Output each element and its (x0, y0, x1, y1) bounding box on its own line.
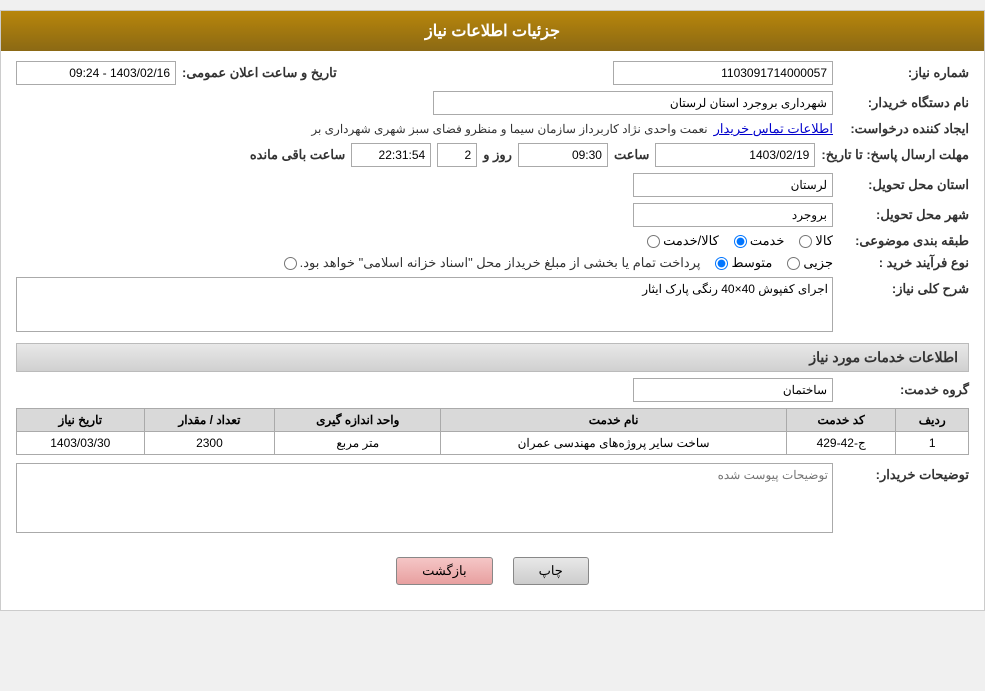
sharh-textarea[interactable]: اجرای کفپوش 40×40 رنگی پارک ایثار (16, 277, 833, 332)
col-kod: کد خدمت (786, 409, 895, 432)
col-tedad: تعداد / مقدار (144, 409, 275, 432)
buttons-row: چاپ بازگشت (16, 542, 969, 600)
ejadKonande-label: ایجاد کننده درخواست: (839, 121, 969, 137)
tozihat-label: توضیحات خریدار: (839, 463, 969, 483)
tabaqebandi-khedmat-label: خدمت (750, 233, 785, 249)
tabaqebandi-row: طبقه بندی موضوعی: کالا خدمت کالا/خدمت (16, 233, 969, 249)
shahr-input[interactable] (633, 203, 833, 227)
nowFarayand-pardakht: پرداخت تمام یا بخشی از مبلغ خریداز محل "… (284, 255, 701, 271)
nowFarayand-group: جزیی متوسط پرداخت تمام یا بخشی از مبلغ خ… (284, 255, 833, 271)
page-header: جزئیات اطلاعات نیاز (1, 11, 984, 51)
nowFarayand-row: نوع فرآیند خرید : جزیی متوسط پرداخت تمام… (16, 255, 969, 271)
tarikhAelan-label: تاریخ و ساعت اعلان عمومی: (182, 65, 337, 81)
back-button[interactable]: بازگشت (396, 557, 492, 585)
namDastgah-label: نام دستگاه خریدار: (839, 95, 969, 111)
nowFarayand-label: نوع فرآیند خرید : (839, 255, 969, 271)
shomareNiaz-input[interactable] (613, 61, 833, 85)
time-label: ساعت (614, 147, 649, 163)
tabaqebandi-kala-label: کالا (815, 233, 833, 249)
cell-tarikh: 1403/03/30 (17, 432, 145, 455)
tabaqebandi-khedmat: خدمت (734, 233, 785, 249)
date-input[interactable] (655, 143, 815, 167)
namDastgah-row: نام دستگاه خریدار: (16, 91, 969, 115)
nowFarayand-pardakht-radio[interactable] (284, 257, 297, 270)
cell-tedad: 2300 (144, 432, 275, 455)
ostan-input[interactable] (633, 173, 833, 197)
col-name: نام خدمت (441, 409, 787, 432)
services-table: ردیف کد خدمت نام خدمت واحد اندازه گیری ت… (16, 408, 969, 455)
cell-vahed: متر مربع (275, 432, 441, 455)
nowFarayand-jozi-radio[interactable] (787, 257, 800, 270)
namDastgah-input[interactable] (433, 91, 833, 115)
ejadKonande-link[interactable]: اطلاعات تماس خریدار (714, 121, 833, 137)
col-tarikh: تاریخ نیاز (17, 409, 145, 432)
time-input[interactable] (518, 143, 608, 167)
rooz-label: روز و (483, 147, 512, 163)
col-vahed: واحد اندازه گیری (275, 409, 441, 432)
tabaqebandi-kalakhedmat-radio[interactable] (647, 235, 660, 248)
tabaqebandi-kala-radio[interactable] (799, 235, 812, 248)
info-section-title: اطلاعات خدمات مورد نیاز (16, 343, 969, 372)
countdown-input[interactable] (351, 143, 431, 167)
tabaqebandi-khedmat-radio[interactable] (734, 235, 747, 248)
tabaqebandi-kala: کالا (799, 233, 833, 249)
nowFarayand-jozi-label: جزیی (803, 255, 833, 271)
grooh-input[interactable] (633, 378, 833, 402)
cell-radif: 1 (896, 432, 969, 455)
mohlat-row: مهلت ارسال پاسخ: تا تاریخ: ساعت روز و سا… (16, 143, 969, 167)
ostan-row: استان محل تحویل: (16, 173, 969, 197)
mohlat-label: مهلت ارسال پاسخ: تا تاریخ: (821, 147, 969, 163)
col-radif: ردیف (896, 409, 969, 432)
tabaqebandi-group: کالا خدمت کالا/خدمت (647, 233, 833, 249)
nowFarayand-pardakht-label: پرداخت تمام یا بخشی از مبلغ خریداز محل "… (300, 255, 701, 271)
rooz-input[interactable] (437, 143, 477, 167)
grooh-label: گروه خدمت: (839, 382, 969, 398)
ostan-label: استان محل تحویل: (839, 177, 969, 193)
tabaqebandi-kalakhedmat: کالا/خدمت (647, 233, 719, 249)
ejadKonande-row: ایجاد کننده درخواست: اطلاعات تماس خریدار… (16, 121, 969, 137)
tarikhAelan-input[interactable] (16, 61, 176, 85)
nowFarayand-motavaset-radio[interactable] (715, 257, 728, 270)
cell-name: ساخت سایر پروژه‌های مهندسی عمران (441, 432, 787, 455)
shahr-label: شهر محل تحویل: (839, 207, 969, 223)
tozihat-row: توضیحات خریدار: (16, 463, 969, 536)
nowFarayand-motavaset: متوسط (715, 255, 772, 271)
nowFarayand-motavaset-label: متوسط (731, 255, 772, 271)
tozihat-textarea[interactable] (16, 463, 833, 533)
cell-kod: ج-42-429 (786, 432, 895, 455)
countdown-label: ساعت باقی مانده (250, 147, 345, 163)
sharh-label: شرح کلی نیاز: (839, 277, 969, 297)
shomareNiaz-row: شماره نیاز: تاریخ و ساعت اعلان عمومی: (16, 61, 969, 85)
ejadKonande-value: نعمت واحدی نژاد کاربرداز سازمان سیما و م… (311, 122, 707, 136)
shomareNiaz-label: شماره نیاز: (839, 65, 969, 81)
print-button[interactable]: چاپ (513, 557, 589, 585)
page-title: جزئیات اطلاعات نیاز (425, 23, 560, 40)
tabaqebandi-kalakhedmat-label: کالا/خدمت (663, 233, 719, 249)
tabaqebandi-label: طبقه بندی موضوعی: (839, 233, 969, 249)
nowFarayand-jozi: جزیی (787, 255, 833, 271)
table-row: 1 ج-42-429 ساخت سایر پروژه‌های مهندسی عم… (17, 432, 969, 455)
sharh-row: شرح کلی نیاز: اجرای کفپوش 40×40 رنگی پار… (16, 277, 969, 335)
shahr-row: شهر محل تحویل: (16, 203, 969, 227)
grooh-row: گروه خدمت: (16, 378, 969, 402)
